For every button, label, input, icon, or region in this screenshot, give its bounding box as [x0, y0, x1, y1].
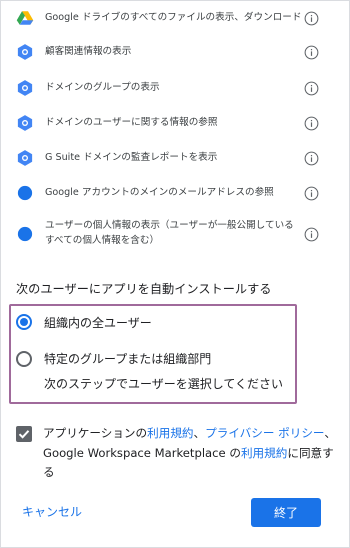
- agree-checkbox[interactable]: [16, 426, 32, 442]
- install-target-radio-group: 組織内の全ユーザー 特定のグループまたは組織部門 次のステップでユーザーを選択し…: [9, 304, 297, 404]
- radio-all-users[interactable]: [16, 314, 32, 330]
- google-drive-icon: [16, 11, 34, 25]
- admin-hexagon-icon: [17, 150, 33, 166]
- checkmark-icon: [18, 430, 30, 439]
- permission-text: G Suite ドメインの監査レポートを表示: [45, 152, 218, 163]
- radio-label-specific-groups: 特定のグループまたは組織部門: [44, 352, 212, 366]
- admin-hexagon-icon: [17, 44, 33, 60]
- terms-link[interactable]: 利用規約: [147, 426, 193, 440]
- info-icon[interactable]: [304, 81, 319, 96]
- radio-option-specific-groups[interactable]: 特定のグループまたは組織部門 次のステップでユーザーを選択してください: [11, 344, 295, 400]
- blue-dot-icon: [17, 185, 33, 201]
- blue-dot-icon: [17, 226, 33, 242]
- cancel-button[interactable]: キャンセル: [22, 503, 82, 520]
- agreement-prefix: アプリケーションの: [43, 426, 148, 440]
- agreement-text: アプリケーションの利用規約、プライバシー ポリシー、Google Workspa…: [43, 424, 343, 483]
- admin-hexagon-icon: [17, 80, 33, 96]
- info-icon[interactable]: [304, 116, 319, 131]
- radio-sublabel-specific-groups: 次のステップでユーザーを選択してください: [44, 377, 284, 391]
- info-icon[interactable]: [304, 151, 319, 166]
- radio-option-all-users[interactable]: 組織内の全ユーザー: [11, 306, 295, 340]
- marketplace-terms-link[interactable]: 利用規約: [241, 446, 287, 460]
- permission-text: ユーザーの個人情報の表示（ユーザーが一般公開しているすべての個人情報を含む）: [45, 220, 294, 246]
- permission-text: Google ドライブのすべてのファイルの表示、ダウンロード: [45, 12, 302, 23]
- privacy-policy-link[interactable]: プライバシー ポリシー: [205, 426, 324, 440]
- permission-text: Google アカウントのメインのメールアドレスの参照: [45, 187, 274, 198]
- permission-text: ドメインのグループの表示: [45, 82, 160, 93]
- info-icon[interactable]: [304, 11, 319, 26]
- info-icon[interactable]: [304, 227, 319, 242]
- finish-button[interactable]: 終了: [251, 498, 321, 527]
- info-icon[interactable]: [304, 186, 319, 201]
- permission-text: 顧客関連情報の表示: [45, 46, 132, 57]
- radio-specific-groups[interactable]: [16, 351, 32, 367]
- permission-text: ドメインのユーザーに関する情報の参照: [45, 117, 218, 128]
- info-icon[interactable]: [304, 45, 319, 60]
- radio-label-all-users: 組織内の全ユーザー: [44, 316, 152, 330]
- admin-hexagon-icon: [17, 115, 33, 131]
- install-section-title: 次のユーザーにアプリを自動インストールする: [16, 282, 272, 296]
- agreement-sep: 、: [193, 426, 206, 440]
